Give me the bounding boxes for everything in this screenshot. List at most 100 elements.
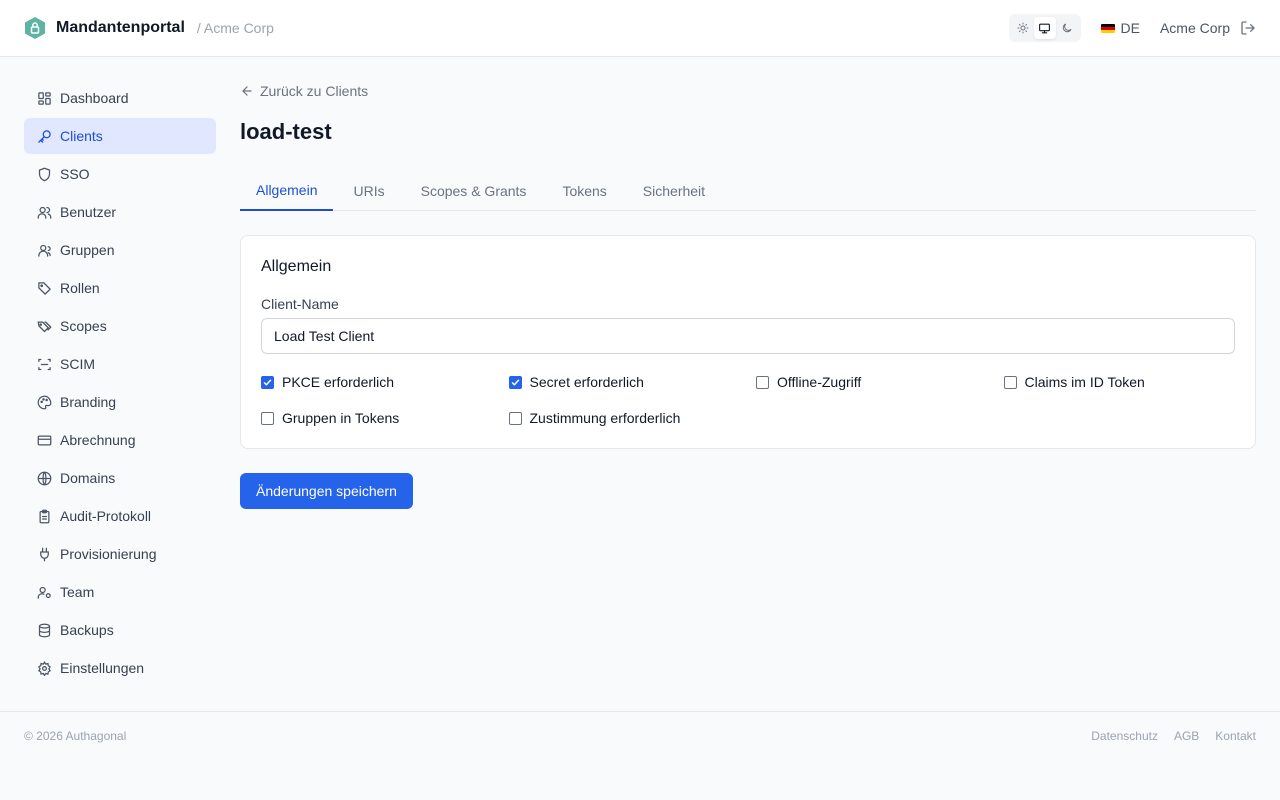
sidebar-item-sso[interactable]: SSO	[24, 156, 216, 192]
footer: © 2026 Authagonal Datenschutz AGB Kontak…	[0, 711, 1280, 760]
sidebar-item-label: Clients	[60, 128, 103, 144]
tab-uris[interactable]: URIs	[337, 171, 400, 211]
brand[interactable]: Mandantenportal / Acme Corp	[24, 16, 274, 40]
sidebar-item-backups[interactable]: Backups	[24, 612, 216, 648]
secret-checkbox[interactable]: Secret erforderlich	[508, 372, 757, 392]
back-to-clients-link[interactable]: Zurück zu Clients	[240, 83, 368, 99]
back-link-label: Zurück zu Clients	[260, 83, 369, 99]
sidebar-item-scopes[interactable]: Scopes	[24, 308, 216, 344]
moon-icon[interactable]	[1056, 17, 1078, 39]
checkbox-checked-icon[interactable]	[508, 375, 522, 389]
theme-toggle	[1008, 14, 1081, 42]
dashboard-icon	[36, 90, 52, 106]
client-name-input[interactable]	[261, 318, 1235, 354]
scan-icon	[36, 356, 52, 372]
tags-icon	[36, 318, 52, 334]
checkbox-label: Offline-Zugriff	[777, 374, 862, 390]
tab-scopes-grants[interactable]: Scopes & Grants	[405, 171, 543, 211]
sidebar-item-branding[interactable]: Branding	[24, 384, 216, 420]
german-flag-icon	[1100, 23, 1115, 33]
copyright: © 2026 Authagonal	[24, 729, 127, 743]
app-name: Mandantenportal	[56, 19, 185, 36]
sidebar-item-label: SSO	[60, 166, 90, 182]
group-icon	[36, 242, 52, 258]
sidebar-nav: Dashboard Clients SSO Benutzer Gruppen R…	[24, 80, 216, 688]
sidebar-item-label: Dashboard	[60, 90, 129, 106]
users-icon	[36, 204, 52, 220]
sidebar-item-label: SCIM	[60, 356, 95, 372]
palette-icon	[36, 394, 52, 410]
sidebar-item-team[interactable]: Team	[24, 574, 216, 610]
sidebar-item-benutzer[interactable]: Benutzer	[24, 194, 216, 230]
sidebar-item-label: Branding	[60, 394, 117, 410]
sidebar-item-label: Domains	[60, 470, 116, 486]
sidebar-item-label: Gruppen	[60, 242, 115, 258]
checkbox-label: Secret erforderlich	[529, 374, 644, 390]
tab-allgemein[interactable]: Allgemein	[240, 171, 334, 211]
sidebar-item-label: Team	[60, 584, 95, 600]
footer-link-terms[interactable]: AGB	[1174, 729, 1199, 743]
sidebar-item-rollen[interactable]: Rollen	[24, 270, 216, 306]
sidebar-item-einstellungen[interactable]: Einstellungen	[24, 650, 216, 686]
offline-access-checkbox[interactable]: Offline-Zugriff	[756, 372, 1004, 392]
card-title: Allgemein	[261, 258, 332, 275]
client-name-label: Client-Name	[261, 296, 339, 312]
clipboard-icon	[36, 508, 52, 524]
user-cog-icon	[36, 584, 52, 600]
sidebar-item-dashboard[interactable]: Dashboard	[24, 80, 216, 116]
groups-in-tokens-checkbox[interactable]: Gruppen in Tokens	[261, 408, 509, 428]
checkbox-unchecked-icon[interactable]	[261, 411, 274, 425]
checkbox-label: Gruppen in Tokens	[282, 410, 400, 426]
claims-id-token-checkbox[interactable]: Claims im ID Token	[1003, 372, 1252, 392]
tag-icon	[36, 280, 52, 296]
checkbox-unchecked-icon[interactable]	[508, 411, 522, 425]
tab-sicherheit[interactable]: Sicherheit	[627, 171, 721, 211]
key-icon	[36, 128, 52, 144]
sidebar-item-abrechnung[interactable]: Abrechnung	[24, 422, 216, 458]
checkbox-unchecked-icon[interactable]	[756, 375, 769, 389]
sidebar-item-label: Einstellungen	[60, 660, 145, 676]
pkce-checkbox[interactable]: PKCE erforderlich	[261, 372, 509, 392]
sidebar-item-audit-protokoll[interactable]: Audit-Protokoll	[24, 498, 216, 534]
sidebar-item-label: Provisionierung	[60, 546, 157, 562]
sidebar-item-domains[interactable]: Domains	[24, 460, 216, 496]
app-logo-icon	[24, 16, 46, 40]
plug-icon	[36, 546, 52, 562]
tab-tokens[interactable]: Tokens	[546, 171, 622, 211]
database-icon	[36, 622, 52, 638]
language-switcher[interactable]: DE	[1100, 20, 1140, 36]
checkbox-checked-icon[interactable]	[261, 375, 274, 389]
globe-icon	[36, 470, 52, 486]
sidebar-item-label: Benutzer	[60, 204, 117, 220]
credit-card-icon	[36, 432, 52, 448]
sidebar-item-label: Rollen	[60, 280, 100, 296]
page-title: load-test	[240, 119, 332, 144]
options-checkbox-group: PKCE erforderlich Secret erforderlich Of…	[261, 372, 1235, 428]
footer-link-contact[interactable]: Kontakt	[1215, 729, 1256, 743]
save-changes-button[interactable]: Änderungen speichern	[240, 473, 413, 509]
sidebar-item-label: Scopes	[60, 318, 107, 334]
sun-icon[interactable]	[1012, 17, 1034, 39]
arrow-left-icon	[242, 86, 252, 96]
org-name[interactable]: Acme Corp	[1160, 20, 1230, 36]
checkbox-label: Claims im ID Token	[1024, 374, 1145, 390]
sidebar-item-label: Audit-Protokoll	[60, 508, 152, 524]
sidebar-item-label: Backups	[60, 622, 114, 638]
sidebar-item-clients[interactable]: Clients	[24, 118, 216, 154]
checkbox-label: PKCE erforderlich	[282, 374, 395, 390]
gear-icon	[36, 660, 52, 676]
sidebar-item-gruppen[interactable]: Gruppen	[24, 232, 216, 268]
sidebar-item-label: Abrechnung	[60, 432, 136, 448]
logout-icon[interactable]	[1240, 20, 1256, 36]
tenant-breadcrumb: / Acme Corp	[196, 20, 274, 36]
sidebar-item-scim[interactable]: SCIM	[24, 346, 216, 382]
consent-required-checkbox[interactable]: Zustimmung erforderlich	[508, 408, 757, 428]
shield-icon	[36, 166, 52, 182]
sidebar-item-provisionierung[interactable]: Provisionierung	[24, 536, 216, 572]
checkbox-label: Zustimmung erforderlich	[529, 410, 681, 426]
monitor-icon[interactable]	[1033, 17, 1056, 39]
language-code: DE	[1120, 20, 1140, 36]
general-settings-card: Allgemein Client-Name PKCE erforderlich …	[240, 235, 1256, 449]
checkbox-unchecked-icon[interactable]	[1003, 375, 1017, 389]
footer-link-privacy[interactable]: Datenschutz	[1091, 729, 1158, 743]
